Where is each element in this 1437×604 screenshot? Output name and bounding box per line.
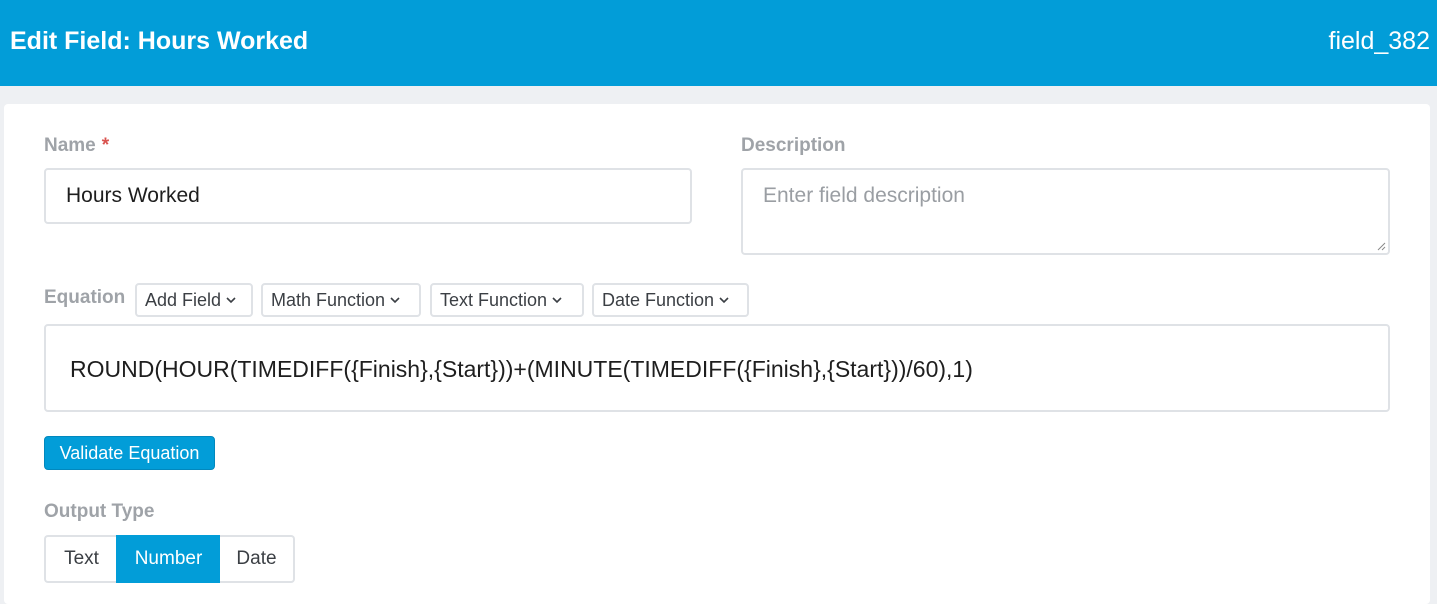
- chevron-down-icon: [390, 297, 400, 304]
- chevron-down-icon: [552, 297, 562, 304]
- output-type-text[interactable]: Text: [44, 535, 117, 583]
- output-type-label: Output Type: [44, 501, 155, 522]
- page-header: Edit Field: Hours Worked field_382: [0, 0, 1437, 86]
- name-label: Name *: [44, 135, 109, 157]
- equation-value: ROUND(HOUR(TIMEDIFF({Finish},{Start}))+(…: [70, 356, 973, 382]
- name-input-value: Hours Worked: [66, 184, 200, 207]
- text-function-dropdown-label: Text Function: [440, 289, 548, 310]
- text-function-dropdown[interactable]: Text Function: [430, 283, 584, 317]
- name-input[interactable]: Hours Worked: [44, 168, 692, 224]
- field-id: field_382: [1328, 27, 1430, 55]
- date-function-dropdown[interactable]: Date Function: [592, 283, 749, 317]
- math-function-dropdown-label: Math Function: [271, 289, 386, 310]
- description-label: Description: [741, 135, 846, 156]
- add-field-dropdown[interactable]: Add Field: [135, 283, 253, 317]
- description-textarea[interactable]: Enter field description: [741, 168, 1390, 255]
- output-type-number[interactable]: Number: [116, 535, 221, 583]
- validate-equation-button[interactable]: Validate Equation: [44, 436, 215, 470]
- chevron-down-icon: [719, 297, 729, 304]
- resize-handle-icon[interactable]: [1376, 241, 1386, 251]
- output-type-date[interactable]: Date: [220, 535, 295, 583]
- chevron-down-icon: [226, 297, 236, 304]
- date-function-dropdown-label: Date Function: [602, 289, 715, 310]
- equation-input[interactable]: ROUND(HOUR(TIMEDIFF({Finish},{Start}))+(…: [44, 324, 1390, 412]
- equation-label: Equation: [44, 287, 126, 308]
- required-marker: *: [101, 135, 110, 156]
- description-placeholder: Enter field description: [763, 184, 965, 207]
- name-label-text: Name: [44, 135, 96, 156]
- add-field-dropdown-label: Add Field: [145, 289, 222, 310]
- math-function-dropdown[interactable]: Math Function: [261, 283, 421, 317]
- page-title: Edit Field: Hours Worked: [10, 27, 309, 55]
